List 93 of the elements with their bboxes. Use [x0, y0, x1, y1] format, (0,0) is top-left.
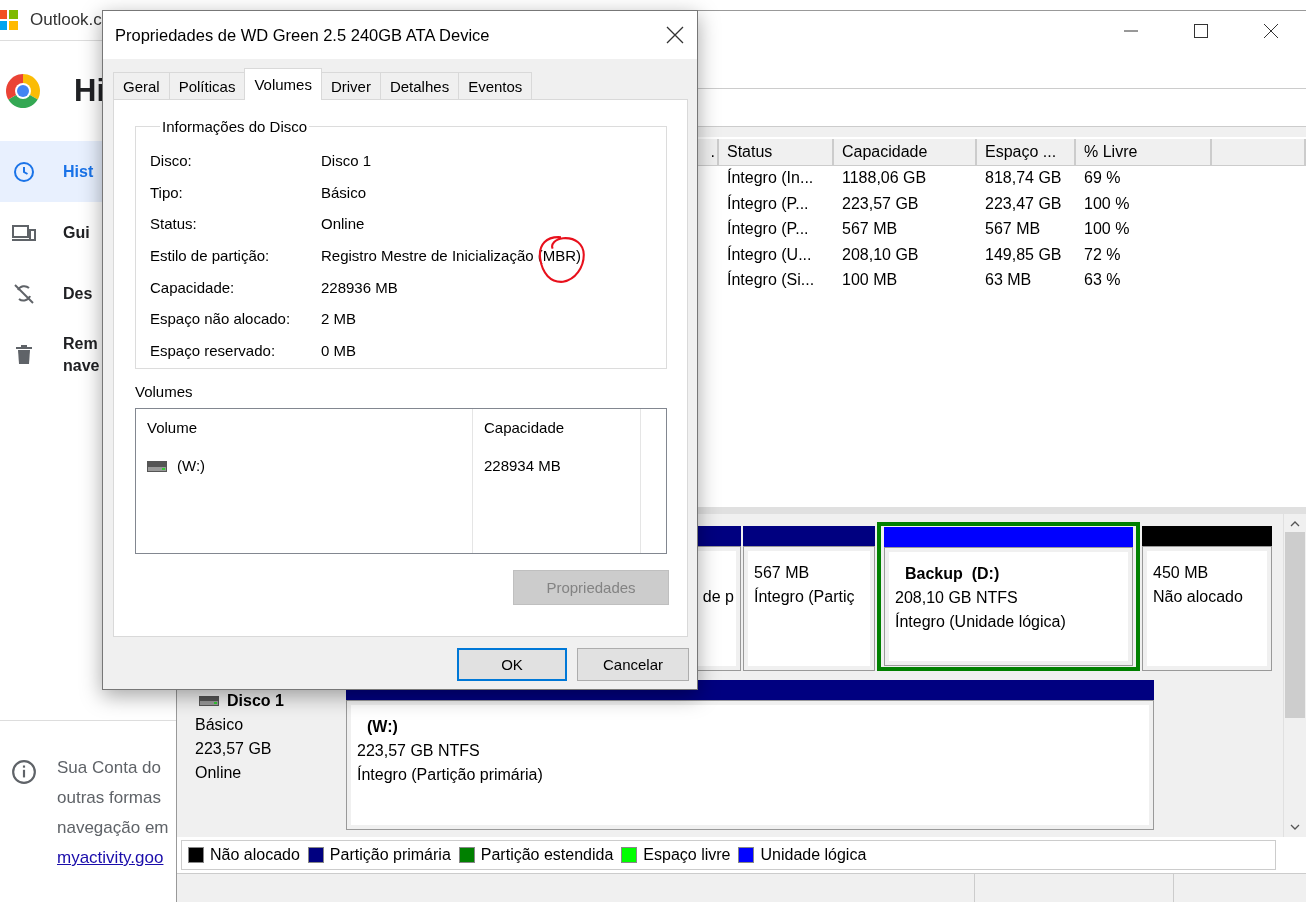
field-label: Capacidade:	[150, 278, 236, 296]
volume-name[interactable]: (W:)	[177, 457, 206, 474]
field-label: Estilo de partição:	[150, 247, 271, 265]
drive-icon	[147, 461, 167, 473]
table-cell-text: 223,57 GB	[841, 193, 920, 214]
field-label: Tipo:	[150, 183, 184, 201]
column-header[interactable]: Espaço ...	[985, 143, 1057, 160]
clock-icon	[12, 159, 36, 184]
column-header[interactable]: Volume	[136, 409, 473, 447]
sidebar-item[interactable]: Hist	[0, 141, 102, 202]
cancel-button[interactable]: Cancelar	[577, 648, 689, 681]
table-cell-text: Íntegro (P...	[726, 193, 810, 214]
table-cell-text: Íntegro (P...	[726, 218, 810, 239]
legend-label: Espaço livre	[643, 846, 731, 864]
table-cell-text: 63 %	[1083, 270, 1122, 290]
partition-title: Backup (D:)	[905, 564, 1001, 584]
disk-name: Disco 1	[227, 691, 284, 711]
partition-info: 223,57 GB NTFS	[357, 741, 481, 761]
partition-info: Não alocado	[1153, 587, 1244, 607]
sidebar-item[interactable]: Gui	[0, 202, 102, 263]
table-cell-text: Íntegro (In...	[726, 167, 815, 188]
partition-info: 567 MB	[754, 563, 811, 583]
four-squares-logo-icon	[0, 10, 18, 30]
close-icon[interactable]	[1263, 23, 1279, 39]
table-cell-text: 223,47 GB	[984, 193, 1063, 214]
partition-title: (W:)	[367, 717, 399, 737]
drive-icon	[199, 696, 219, 706]
tab[interactable]: Volumes	[244, 68, 322, 100]
volume-capacity: 228934 MB	[473, 447, 641, 553]
table-cell-text: 100 %	[1083, 193, 1131, 214]
activity-link[interactable]: myactivity.goo	[57, 848, 164, 867]
circle-logo-icon	[6, 74, 40, 108]
disk-info: 223,57 GB	[195, 739, 273, 759]
table-cell-text: 1188,06 GB	[841, 168, 928, 188]
field-value: 0 MB	[321, 341, 356, 359]
legend-label: Unidade lógica	[760, 846, 867, 864]
table-cell-text: 567 MB	[841, 219, 899, 239]
table-cell-text: 72 %	[1083, 244, 1122, 265]
partition-panel[interactable]: 567 MB Íntegro (Partiç	[743, 546, 875, 671]
field-value: 228936 MB	[321, 278, 398, 296]
ok-button[interactable]: OK	[457, 648, 567, 681]
column-header[interactable]: Status	[727, 143, 773, 160]
field-label: Status:	[150, 215, 198, 233]
browser-tab-title[interactable]: Outlook.c	[30, 10, 102, 30]
partition-panel[interactable]: Backup (D:) 208,10 GB NTFS Íntegro (Unidade lógica)	[884, 547, 1133, 666]
table-cell-text: 149,85 GB	[984, 244, 1063, 265]
sidebar-item[interactable]: Des	[0, 263, 102, 324]
partition-info: Íntegro (Partiç	[754, 586, 856, 607]
partition-info: Íntegro (Partição primária)	[357, 764, 544, 785]
dialog-title: Propriedades de WD Green 2.5 240GB ATA Device	[115, 25, 490, 45]
partition-info: de p	[702, 587, 734, 607]
field-value: Disco 1	[321, 152, 372, 170]
field-value: Básico	[321, 183, 367, 201]
partition-info: 208,10 GB NTFS	[895, 588, 1019, 608]
section-label: Volumes	[135, 383, 194, 400]
column-header[interactable]: % Livre	[1084, 143, 1138, 160]
table-cell-text: Íntegro (U...	[726, 244, 813, 265]
partition-info: Íntegro (Unidade lógica)	[895, 611, 1067, 632]
column-header[interactable]: Capacidade	[842, 143, 928, 160]
field-label: Espaço não alocado:	[150, 310, 292, 328]
crossed-out-icon	[12, 281, 36, 306]
tab[interactable]: Geral	[113, 72, 170, 99]
field-value: 2 MB	[321, 310, 356, 328]
partition-panel[interactable]: (W:) 223,57 GB NTFS Íntegro (Partição primária)	[346, 700, 1154, 830]
volume-list[interactable]: Volume Capacidade (W:) 228934 MB	[135, 408, 667, 554]
group-title: Informações do Disco	[161, 118, 309, 135]
field-label: Espaço reservado:	[150, 341, 277, 359]
table-cell-text: Íntegro (Si...	[726, 269, 816, 290]
table-cell-text: 567 MB	[984, 219, 1042, 239]
disk-info: Básico	[195, 715, 245, 735]
close-icon[interactable]	[665, 25, 685, 45]
partition-info: 450 MB	[1153, 563, 1210, 583]
table-cell-text: 69 %	[1083, 168, 1122, 188]
legend-label: Não alocado	[210, 846, 300, 864]
info-icon	[11, 759, 37, 785]
column-header[interactable]: Capacidade	[473, 409, 641, 447]
disk-info: Online	[195, 763, 243, 783]
table-cell-text: 208,10 GB	[841, 244, 920, 265]
scrollbar[interactable]	[1283, 514, 1306, 837]
table-cell-text: 100 %	[1083, 219, 1131, 239]
legend-label: Partição estendida	[480, 846, 614, 864]
table-cell-text: 100 MB	[841, 270, 899, 290]
column-header[interactable]: .	[710, 143, 715, 160]
tab[interactable]: Eventos	[458, 72, 533, 99]
account-info-text: Sua Conta do outras formas navegação em myactivity.goo	[57, 757, 169, 869]
maximize-icon[interactable]	[1193, 23, 1209, 39]
field-label: Disco:	[150, 152, 193, 170]
legend-label: Partição primária	[329, 846, 451, 864]
field-value: Online	[321, 215, 365, 233]
sidebar-item[interactable]: Rem nave	[0, 324, 102, 385]
table-cell-text: 63 MB	[984, 270, 1033, 290]
partition-panel[interactable]: 450 MB Não alocado	[1142, 546, 1272, 671]
table-cell-text: 818,74 GB	[984, 168, 1063, 188]
